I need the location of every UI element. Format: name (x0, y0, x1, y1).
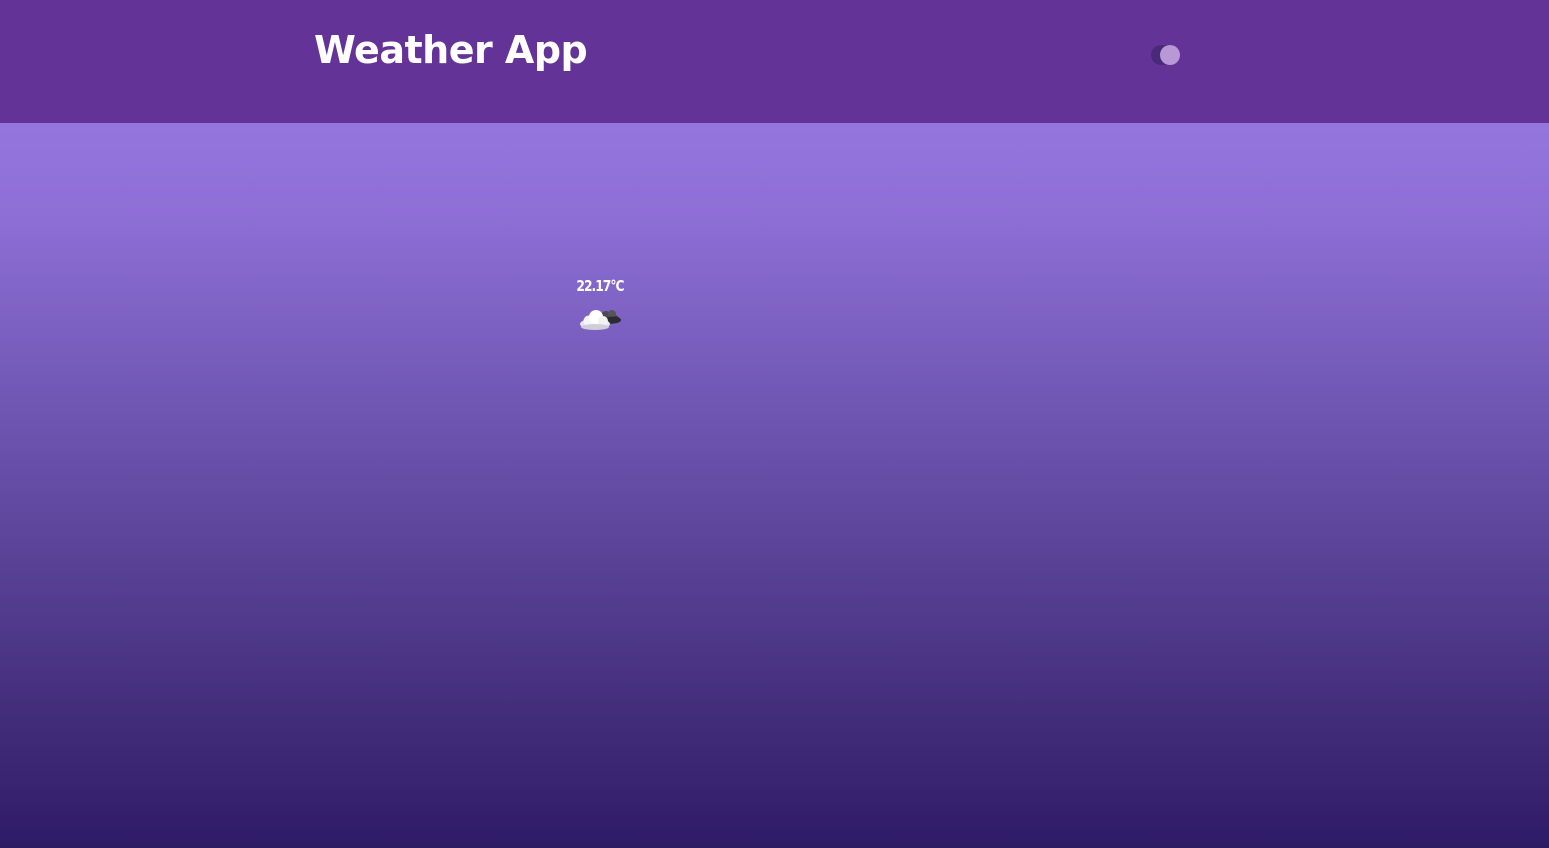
app-title: Weather App (314, 28, 588, 72)
toggle-knob (1160, 45, 1180, 65)
weather-widget: 22.17°C (560, 276, 640, 338)
app-header: Weather App (0, 0, 1549, 123)
temperature-value: 22.17°C (576, 277, 624, 295)
cloud-icon (580, 310, 621, 330)
theme-toggle[interactable] (1151, 44, 1180, 66)
